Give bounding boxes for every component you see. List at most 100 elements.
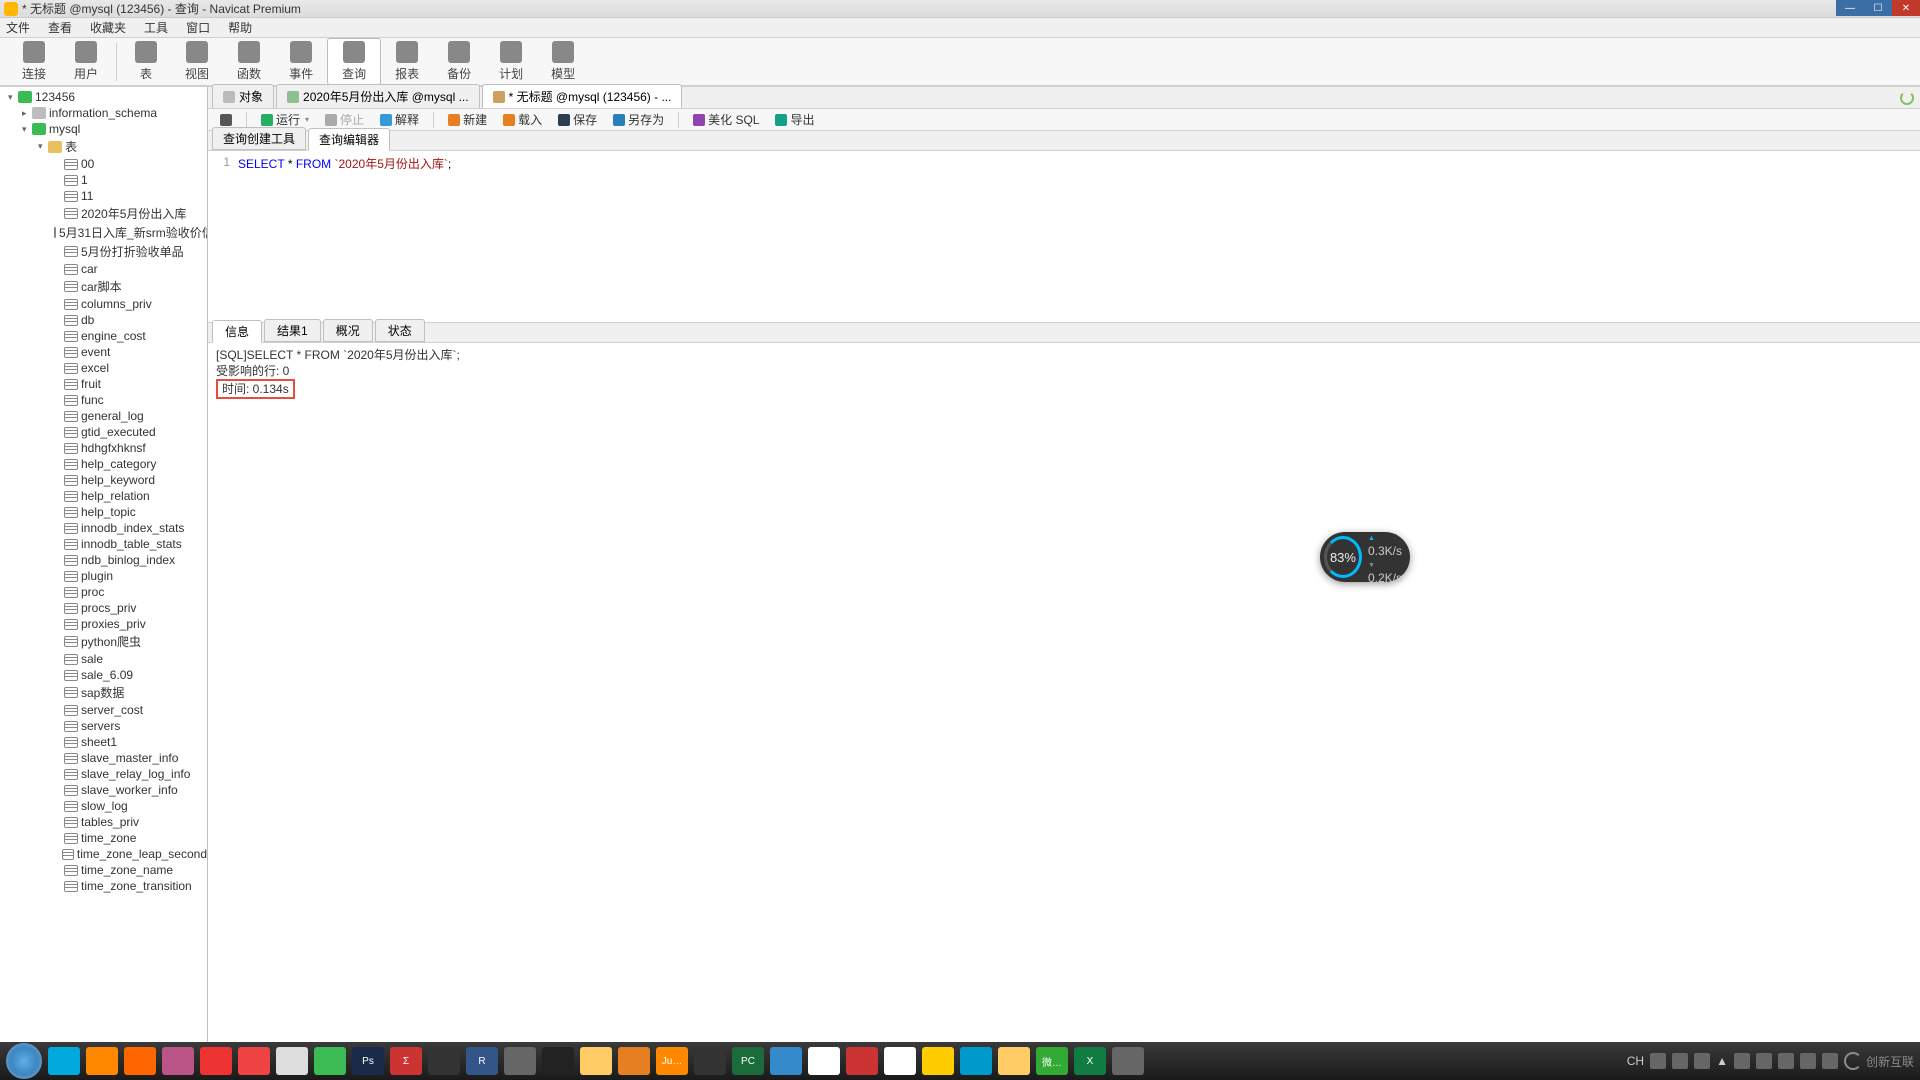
toolbar-model[interactable]: 模型 bbox=[537, 39, 589, 84]
stop-button[interactable]: 停止 bbox=[319, 110, 370, 129]
tree-table[interactable]: slave_master_info bbox=[0, 750, 207, 766]
tree-table[interactable]: plugin bbox=[0, 568, 207, 584]
tree-table[interactable]: python爬虫 bbox=[0, 632, 207, 651]
tree-table[interactable]: general_log bbox=[0, 408, 207, 424]
tray-icon[interactable] bbox=[1778, 1053, 1794, 1069]
tree-table[interactable]: proxies_priv bbox=[0, 616, 207, 632]
toolbar-view[interactable]: 视图 bbox=[171, 39, 223, 84]
tray-icon[interactable] bbox=[1822, 1053, 1838, 1069]
load-button[interactable]: 载入 bbox=[497, 110, 548, 129]
taskbar-app-8[interactable]: Σ bbox=[390, 1047, 422, 1075]
toolbar-backup[interactable]: 备份 bbox=[433, 39, 485, 84]
tree-table[interactable]: ndb_binlog_index bbox=[0, 552, 207, 568]
system-tray[interactable]: CH ▲ 创新互联 bbox=[1627, 1052, 1914, 1070]
taskbar-chrome[interactable] bbox=[884, 1047, 916, 1075]
taskbar-app-11[interactable] bbox=[542, 1047, 574, 1075]
export-button[interactable]: 导出 bbox=[769, 110, 820, 129]
taskbar-app-1[interactable] bbox=[48, 1047, 80, 1075]
toolbar-query[interactable]: 查询 bbox=[327, 38, 381, 85]
taskbar-firefox[interactable] bbox=[124, 1047, 156, 1075]
tree-table[interactable]: 5月31日入库_新srm验收价信息 bbox=[0, 223, 207, 242]
tab-query-1[interactable]: 2020年5月份出入库 @mysql ... bbox=[276, 84, 480, 108]
taskbar-app-5[interactable] bbox=[238, 1047, 270, 1075]
tray-icon[interactable] bbox=[1694, 1053, 1710, 1069]
tree-table[interactable]: sale bbox=[0, 651, 207, 667]
tree-table[interactable]: slave_worker_info bbox=[0, 782, 207, 798]
taskbar-app-16[interactable] bbox=[922, 1047, 954, 1075]
toolbar-plan[interactable]: 计划 bbox=[485, 39, 537, 84]
tree-table[interactable]: event bbox=[0, 344, 207, 360]
tree-table[interactable]: sale_6.09 bbox=[0, 667, 207, 683]
menu-tools[interactable]: 工具 bbox=[144, 19, 168, 36]
tree-table[interactable]: slow_log bbox=[0, 798, 207, 814]
tree-table[interactable]: engine_cost bbox=[0, 328, 207, 344]
new-button[interactable]: 新建 bbox=[442, 110, 493, 129]
toolbar-table[interactable]: 表 bbox=[121, 39, 171, 84]
toolbar-event[interactable]: 事件 bbox=[275, 39, 327, 84]
menu-window[interactable]: 窗口 bbox=[186, 19, 210, 36]
tree-table[interactable]: car bbox=[0, 261, 207, 277]
tree-table[interactable]: innodb_index_stats bbox=[0, 520, 207, 536]
taskbar-app-7[interactable] bbox=[314, 1047, 346, 1075]
tray-icon[interactable] bbox=[1800, 1053, 1816, 1069]
toolbar-function[interactable]: 函数 bbox=[223, 39, 275, 84]
explain-button[interactable]: 解释 bbox=[374, 110, 425, 129]
toolbar-user[interactable]: 用户 bbox=[60, 39, 112, 84]
minimize-button[interactable]: — bbox=[1836, 0, 1864, 16]
tree-table[interactable]: 5月份打折验收单品 bbox=[0, 242, 207, 261]
tree-folder-tables[interactable]: ▾表 bbox=[0, 137, 207, 156]
taskbar-vscode[interactable] bbox=[770, 1047, 802, 1075]
tree-table[interactable]: slave_relay_log_info bbox=[0, 766, 207, 782]
tree-table[interactable]: help_keyword bbox=[0, 472, 207, 488]
tray-icon[interactable] bbox=[1756, 1053, 1772, 1069]
taskbar-jupyter[interactable]: Ju… bbox=[656, 1047, 688, 1075]
tree-table[interactable]: procs_priv bbox=[0, 600, 207, 616]
tree-db-information-schema[interactable]: ▸information_schema bbox=[0, 105, 207, 121]
close-button[interactable]: ✕ bbox=[1892, 0, 1920, 16]
toolbar-connection[interactable]: 连接 bbox=[8, 39, 60, 84]
tree-table[interactable]: 00 bbox=[0, 156, 207, 172]
taskbar-app-12[interactable] bbox=[580, 1047, 612, 1075]
tree-table[interactable]: tables_priv bbox=[0, 814, 207, 830]
tree-table[interactable]: excel bbox=[0, 360, 207, 376]
hamburger-button[interactable] bbox=[214, 113, 238, 127]
taskbar-app-19[interactable] bbox=[1112, 1047, 1144, 1075]
tree-table[interactable]: time_zone_transition bbox=[0, 878, 207, 894]
performance-widget[interactable]: 83% 0.3K/s 0.2K/s bbox=[1320, 532, 1410, 582]
taskbar-app-4[interactable] bbox=[200, 1047, 232, 1075]
taskbar-app-9[interactable] bbox=[428, 1047, 460, 1075]
toolbar-report[interactable]: 报表 bbox=[381, 39, 433, 84]
connection-tree[interactable]: ▾123456 ▸information_schema ▾mysql ▾表 00… bbox=[0, 87, 208, 1060]
tab-query-builder[interactable]: 查询创建工具 bbox=[212, 127, 306, 150]
tab-info[interactable]: 信息 bbox=[212, 320, 262, 343]
tree-table[interactable]: help_topic bbox=[0, 504, 207, 520]
taskbar-wechat[interactable]: 微… bbox=[1036, 1047, 1068, 1075]
tree-table[interactable]: sap数据 bbox=[0, 683, 207, 702]
tab-profile[interactable]: 概况 bbox=[323, 319, 373, 342]
tree-table[interactable]: 2020年5月份出入库 bbox=[0, 204, 207, 223]
taskbar-app-3[interactable] bbox=[162, 1047, 194, 1075]
tab-status[interactable]: 状态 bbox=[375, 319, 425, 342]
refresh-icon[interactable] bbox=[1900, 91, 1914, 105]
tree-table[interactable]: 11 bbox=[0, 188, 207, 204]
start-button[interactable] bbox=[6, 1043, 42, 1079]
tree-table[interactable]: proc bbox=[0, 584, 207, 600]
tree-table[interactable]: time_zone_name bbox=[0, 862, 207, 878]
sql-editor[interactable]: 1 SELECT * FROM `2020年5月份出入库`; bbox=[208, 151, 1920, 323]
menu-view[interactable]: 查看 bbox=[48, 19, 72, 36]
saveas-button[interactable]: 另存为 bbox=[607, 110, 670, 129]
taskbar-app-14[interactable] bbox=[694, 1047, 726, 1075]
taskbar-excel[interactable]: X bbox=[1074, 1047, 1106, 1075]
save-button[interactable]: 保存 bbox=[552, 110, 603, 129]
tab-result1[interactable]: 结果1 bbox=[264, 319, 321, 342]
tab-objects[interactable]: 对象 bbox=[212, 84, 274, 108]
taskbar-app-13[interactable] bbox=[618, 1047, 650, 1075]
tree-table[interactable]: server_cost bbox=[0, 702, 207, 718]
tree-table[interactable]: car脚本 bbox=[0, 277, 207, 296]
tree-table[interactable]: sheet1 bbox=[0, 734, 207, 750]
menu-help[interactable]: 帮助 bbox=[228, 19, 252, 36]
taskbar-pycharm[interactable]: PC bbox=[732, 1047, 764, 1075]
taskbar-app-17[interactable] bbox=[960, 1047, 992, 1075]
windows-taskbar[interactable]: Ps Σ R Ju… PC 微… X CH ▲ 创新互联 bbox=[0, 1042, 1920, 1080]
tree-table[interactable]: help_relation bbox=[0, 488, 207, 504]
